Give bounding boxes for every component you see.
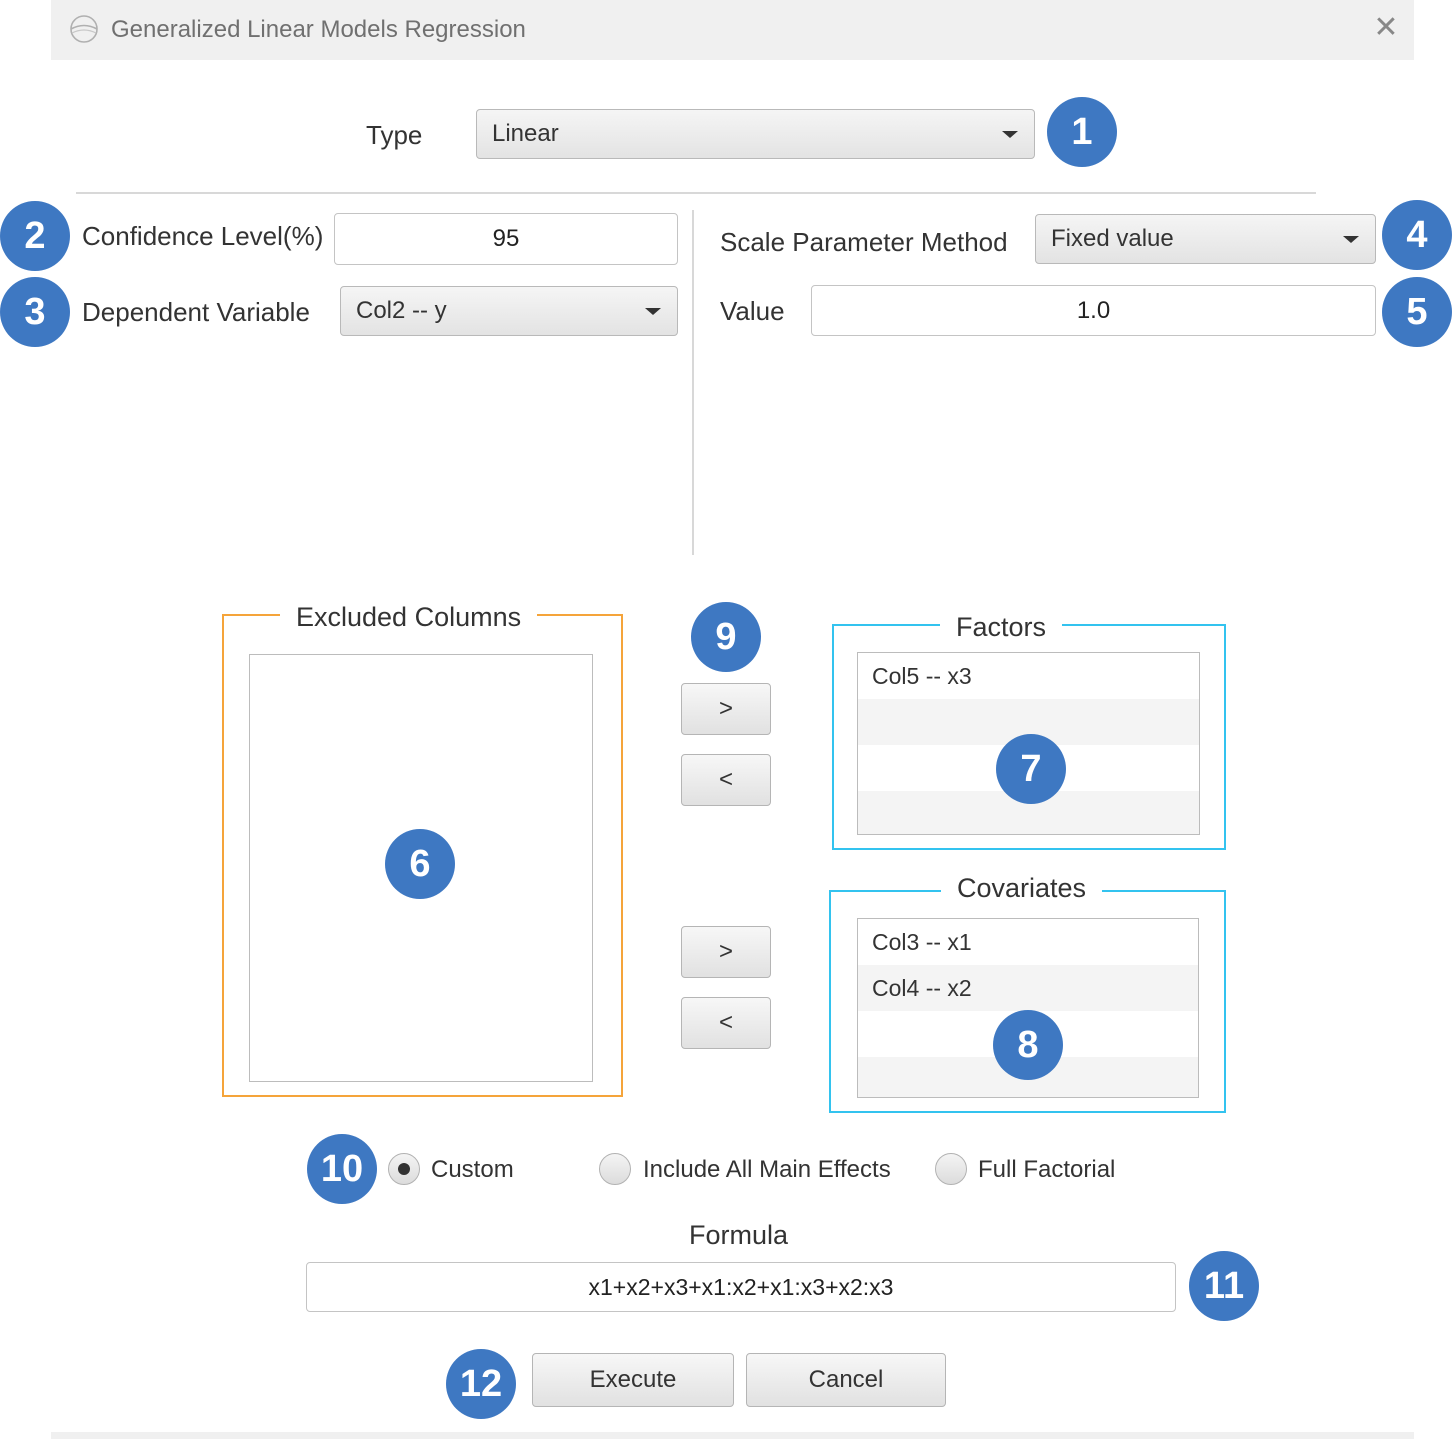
window-title: Generalized Linear Models Regression xyxy=(111,16,526,43)
window-bottom-edge xyxy=(51,1432,1414,1439)
cancel-button[interactable]: Cancel xyxy=(746,1353,946,1407)
radio-button[interactable] xyxy=(388,1153,420,1185)
callout-marker-8: 8 xyxy=(993,1010,1063,1080)
radio-selected-dot xyxy=(398,1163,410,1175)
callout-marker-4: 4 xyxy=(1382,200,1452,270)
execute-button[interactable]: Execute xyxy=(532,1353,734,1407)
scale-parameter-method-label: Scale Parameter Method xyxy=(720,227,1008,257)
radio-include-all-main-effects[interactable] xyxy=(599,1153,631,1185)
remove-from-covariates-button[interactable]: < xyxy=(681,997,771,1049)
radio-custom[interactable] xyxy=(388,1153,420,1185)
vertical-divider xyxy=(692,210,694,555)
type-dropdown[interactable]: Linear xyxy=(476,109,1035,159)
chevron-down-icon xyxy=(645,308,661,315)
radio-custom-label[interactable]: Custom xyxy=(431,1156,514,1184)
formula-label: Formula xyxy=(689,1220,789,1250)
type-label: Type xyxy=(366,120,423,150)
dependent-variable-dropdown[interactable]: Col2 -- y xyxy=(340,286,678,336)
scale-parameter-method-value: Fixed value xyxy=(1051,225,1174,252)
dependent-variable-label: Dependent Variable xyxy=(82,297,310,327)
callout-marker-7: 7 xyxy=(996,734,1066,804)
add-to-factors-button[interactable]: > xyxy=(681,683,771,735)
scale-parameter-method-dropdown[interactable]: Fixed value xyxy=(1035,214,1376,264)
chevron-down-icon xyxy=(1002,131,1018,138)
add-to-covariates-button[interactable]: > xyxy=(681,926,771,978)
remove-from-factors-button[interactable]: < xyxy=(681,754,771,806)
scale-value-label: Value xyxy=(720,296,785,326)
title-bar: Generalized Linear Models Regression ✕ xyxy=(51,0,1414,60)
confidence-level-label: Confidence Level(%) xyxy=(82,221,324,251)
callout-marker-3: 3 xyxy=(0,277,70,347)
close-icon[interactable]: ✕ xyxy=(1370,10,1402,46)
radio-button[interactable] xyxy=(935,1153,967,1185)
radio-button[interactable] xyxy=(599,1153,631,1185)
formula-field[interactable]: x1+x2+x3+x1:x2+x1:x3+x2:x3 xyxy=(306,1262,1176,1312)
callout-marker-6: 6 xyxy=(385,829,455,899)
chevron-down-icon xyxy=(1343,236,1359,243)
factors-title: Factors xyxy=(940,612,1063,642)
callout-marker-2: 2 xyxy=(0,201,70,271)
callout-marker-12: 12 xyxy=(446,1349,516,1419)
callout-marker-1: 1 xyxy=(1047,97,1117,167)
callout-marker-5: 5 xyxy=(1382,277,1452,347)
type-dropdown-value: Linear xyxy=(492,120,559,147)
radio-full-factorial-label[interactable]: Full Factorial xyxy=(978,1156,1115,1184)
confidence-level-field[interactable]: 95 xyxy=(334,213,678,265)
list-item[interactable]: Col5 -- x3 xyxy=(858,653,1199,699)
list-item[interactable]: Col3 -- x1 xyxy=(858,919,1198,965)
list-item[interactable]: Col4 -- x2 xyxy=(858,965,1198,1011)
excluded-columns-title: Excluded Columns xyxy=(280,602,538,632)
horizontal-divider xyxy=(76,192,1316,194)
callout-marker-11: 11 xyxy=(1189,1251,1259,1321)
scale-value-field[interactable]: 1.0 xyxy=(811,285,1376,336)
dependent-variable-value: Col2 -- y xyxy=(356,297,447,324)
covariates-title: Covariates xyxy=(941,873,1103,903)
app-icon xyxy=(68,12,100,46)
callout-marker-9: 9 xyxy=(691,602,761,672)
radio-full-factorial[interactable] xyxy=(935,1153,967,1185)
radio-include-all-main-effects-label[interactable]: Include All Main Effects xyxy=(643,1156,891,1184)
callout-marker-10: 10 xyxy=(307,1134,377,1204)
